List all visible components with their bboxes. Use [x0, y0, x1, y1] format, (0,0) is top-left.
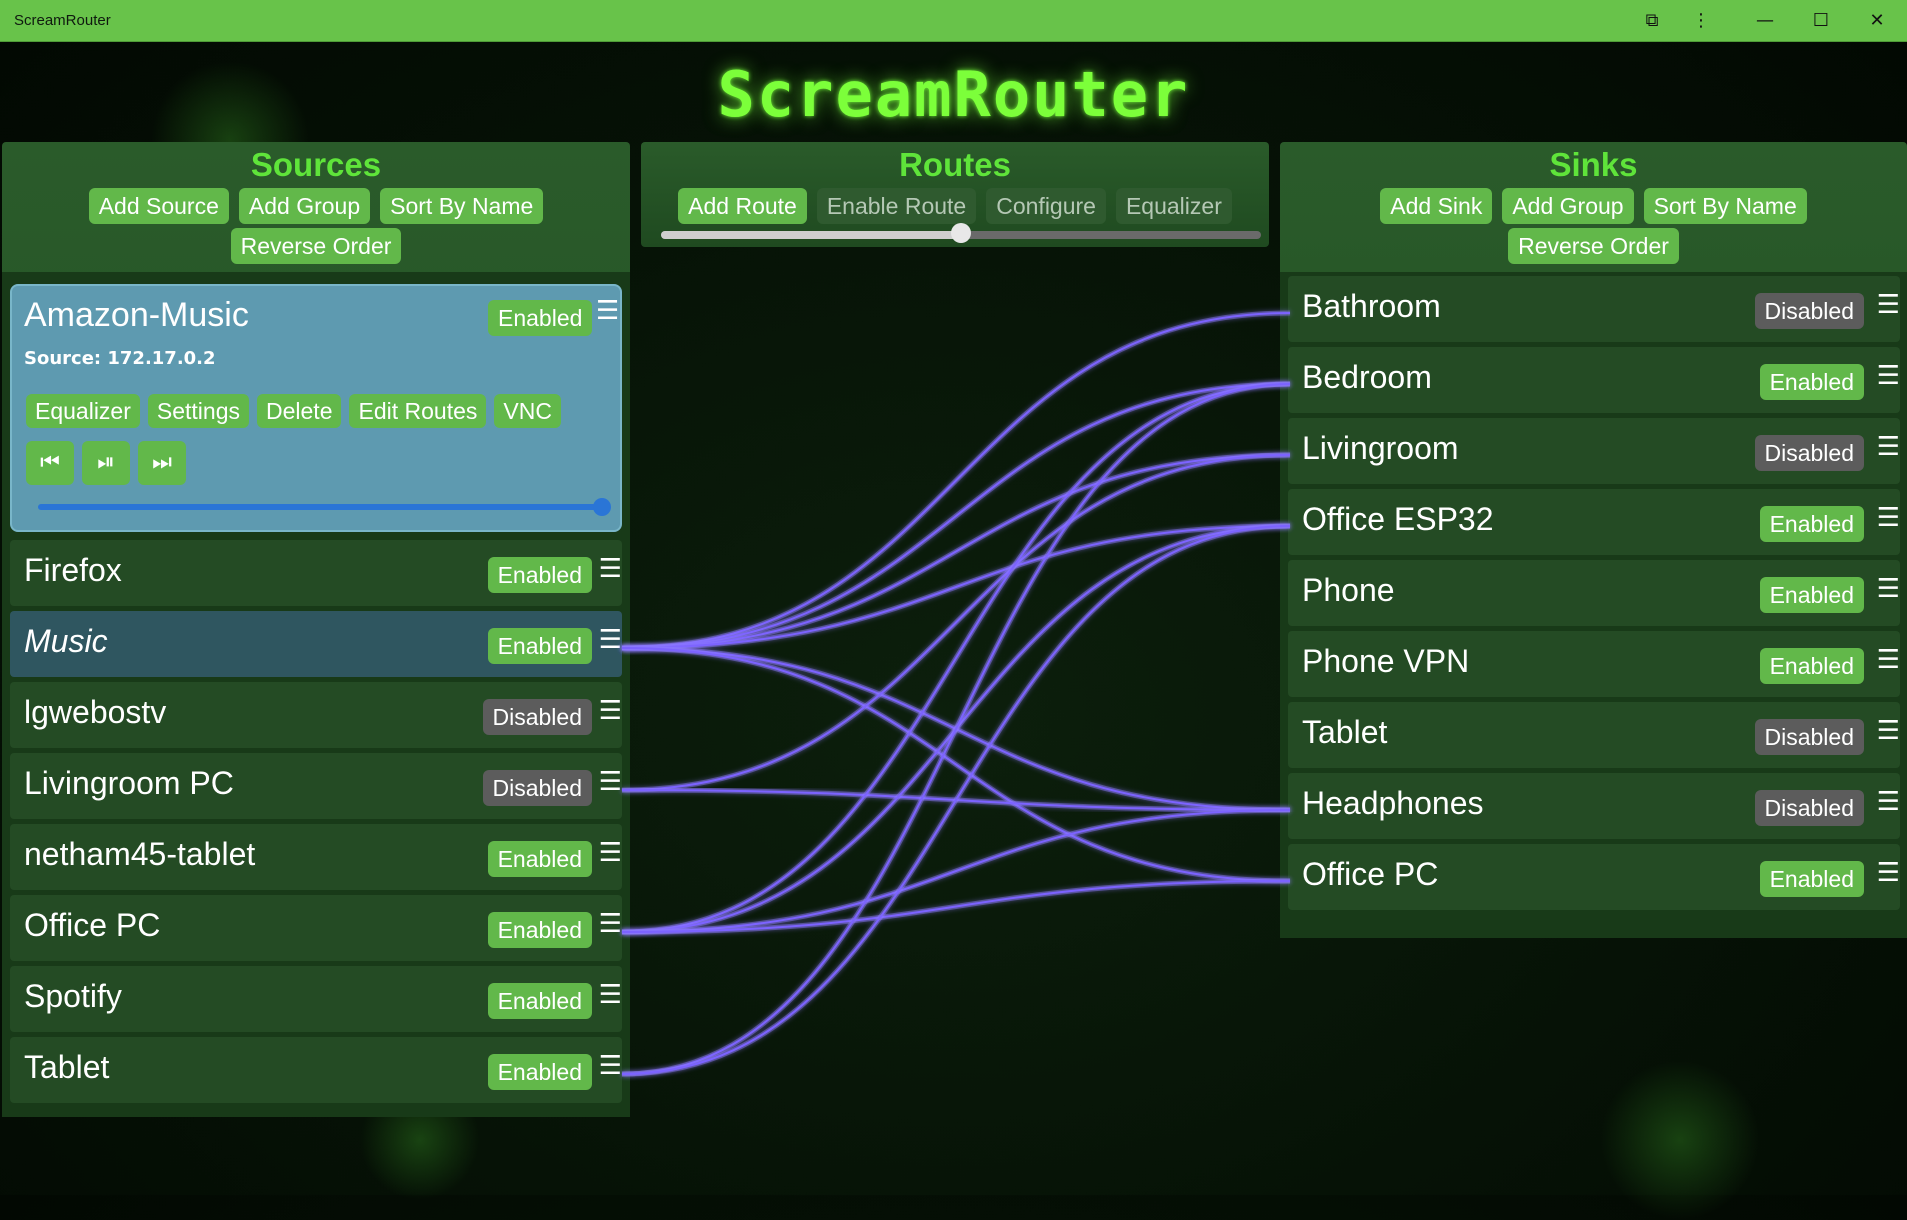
- route-wire[interactable]: [621, 880, 1291, 933]
- route-wire[interactable]: [621, 383, 1291, 1075]
- route-wire[interactable]: [621, 312, 1291, 649]
- route-wire[interactable]: [621, 525, 1291, 1075]
- route-wire[interactable]: [621, 383, 1291, 649]
- route-wire[interactable]: [621, 647, 1291, 882]
- route-wire[interactable]: [621, 454, 1291, 791]
- route-connections: [621, 310, 1291, 1077]
